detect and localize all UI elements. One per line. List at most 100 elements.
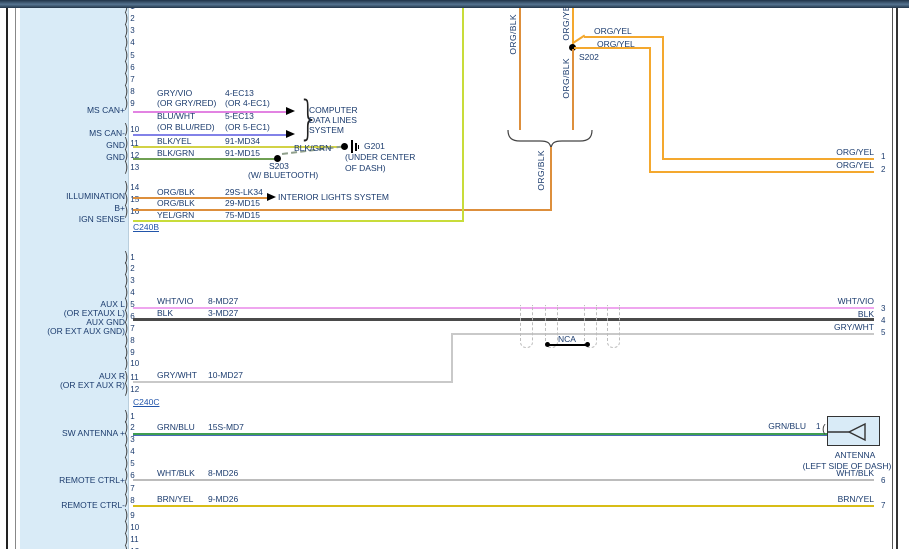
wire-org-yel-branch2-vertical	[649, 47, 651, 172]
shield-icon	[607, 305, 620, 348]
panel-label-illumination: ILLUMINATION	[18, 191, 125, 201]
right-pin-5: 5	[881, 328, 885, 337]
wire-name: ORG/BLK	[157, 187, 195, 197]
pin-c240c-12: 12	[124, 385, 139, 395]
panel-label-gnd-2: GND	[18, 152, 125, 162]
circuit-number: 8-MD26	[208, 468, 238, 478]
wire-remote-ctrl-minus	[133, 505, 874, 507]
wire-ms-can-plus	[133, 111, 286, 113]
panel-label-remote-ctrl-plus: REMOTE CTRL+	[18, 475, 125, 485]
antenna-symbol-icon	[828, 417, 879, 445]
antenna-component	[827, 416, 880, 446]
wire-name: WHT/VIO	[157, 296, 193, 306]
wire-org-yel-branch2-right	[649, 171, 874, 173]
system-computer-3: SYSTEM	[309, 125, 344, 135]
right-wire-label: BRN/YEL	[812, 494, 874, 504]
wire-gnd-blk-grn	[133, 158, 278, 160]
system-computer-2: DATA LINES	[309, 115, 357, 125]
circuit-number: 91-MD15	[225, 148, 260, 158]
ground-note-1: (UNDER CENTER	[345, 152, 415, 162]
vertical-wire-label: ORG/BLK	[536, 150, 546, 191]
wire-name: GRN/BLU	[157, 422, 195, 432]
nca-dot	[585, 342, 590, 347]
circuit-number: 9-MD26	[208, 494, 238, 504]
wire-org-blk-below-s202	[572, 49, 574, 130]
wire-name-alt: (OR BLU/RED)	[157, 122, 215, 132]
dashed-wire-label: BLK/GRN	[294, 143, 331, 153]
circuit-number: 29-MD15	[225, 198, 260, 208]
panel-label-b-plus: B+	[18, 203, 125, 213]
right-pin-6: 6	[881, 476, 885, 485]
panel-label-ms-can-plus: MS CAN+	[18, 105, 125, 115]
panel-label-gnd-1: GND	[18, 140, 125, 150]
circuit-number: 75-MD15	[225, 210, 260, 220]
ground-label-g201: G201	[364, 141, 385, 151]
panel-label-sw-antenna: SW ANTENNA +	[18, 428, 125, 438]
wire-aux-r-right	[451, 333, 874, 335]
antenna-label: ANTENNA	[820, 450, 890, 460]
right-wire-label: WHT/VIO	[812, 296, 874, 306]
panel-label-remote-ctrl-minus: REMOTE CTRL-	[18, 500, 125, 510]
wire-name: WHT/BLK	[157, 468, 195, 478]
title-bar	[0, 0, 909, 8]
right-pin-4: 4	[881, 316, 885, 325]
circuit-number-alt: (OR 4-EC1)	[225, 98, 270, 108]
antenna-pin-arc-icon: (	[822, 424, 826, 434]
right-wire-label: GRN/BLU	[744, 421, 806, 431]
vertical-wire-label: ORG/BLK	[561, 58, 571, 99]
wire-org-yel-branch1-vertical	[662, 36, 664, 159]
panel-label-ign-sense: IGN SENSE	[18, 214, 125, 224]
right-pin-1: 1	[881, 152, 885, 161]
wire-aux-l	[133, 307, 874, 309]
circuit-number: 5-EC13	[225, 111, 254, 121]
right-pin-7: 7	[881, 501, 885, 510]
ground-note-2: OF DASH)	[345, 163, 386, 173]
arrow-icon	[286, 107, 295, 115]
connector-label-c240c[interactable]: C240C	[133, 397, 159, 407]
wire-name: GRY/VIO	[157, 88, 192, 98]
circuit-number: 3-MD27	[208, 308, 238, 318]
panel-label-ms-can-minus: MS CAN-	[18, 128, 125, 138]
arrow-icon	[267, 193, 276, 201]
wire-org-yel-branch1	[584, 36, 664, 38]
wire-name: GRY/WHT	[157, 370, 197, 380]
arrow-icon	[286, 130, 295, 138]
connector-label-c240b[interactable]: C240B	[133, 222, 159, 232]
right-wire-label: BLK	[812, 309, 874, 319]
wire-name: BLK/GRN	[157, 148, 194, 158]
wire-aux-gnd	[133, 318, 874, 321]
wire-ign-sense	[133, 220, 464, 222]
circuit-number: 4-EC13	[225, 88, 254, 98]
branch-wire-label: ORG/YEL	[594, 26, 632, 36]
wire-b-plus	[133, 209, 552, 211]
nca-drain-wire	[548, 344, 587, 346]
right-wire-label: ORG/YEL	[812, 147, 874, 157]
right-wire-label: GRY/WHT	[812, 322, 874, 332]
wire-name: BLK/YEL	[157, 136, 192, 146]
pin-c240b-9: 9	[124, 99, 135, 109]
circuit-number: 10-MD27	[208, 370, 243, 380]
wire-name: BLU/WHT	[157, 111, 195, 121]
wire-remote-ctrl-plus	[133, 479, 874, 481]
wire-name: BLK	[157, 308, 173, 318]
wire-name: BRN/YEL	[157, 494, 193, 504]
wire-org-blk-center-vertical	[550, 147, 552, 210]
right-pin-2: 2	[881, 165, 885, 174]
circuit-number: 29S-LK34	[225, 187, 263, 197]
wire-name-alt: (OR GRY/RED)	[157, 98, 216, 108]
system-computer-1: COMPUTER	[309, 105, 358, 115]
nca-dot	[545, 342, 550, 347]
wire-name: ORG/BLK	[157, 198, 195, 208]
wire-org-blk-vertical-left	[519, 8, 521, 130]
right-wire-label: WHT/BLK	[812, 468, 874, 478]
vertical-wire-label: ORG/BLK	[508, 14, 518, 55]
radio-unit-panel	[20, 8, 129, 549]
branch-wire-label: ORG/YEL	[597, 39, 635, 49]
wire-ms-can-minus	[133, 134, 286, 136]
antenna-pin-1: 1	[816, 422, 820, 431]
wire-aux-r	[133, 381, 453, 383]
wiring-diagram: MS CAN+ MS CAN- GND GND ILLUMINATION B+ …	[0, 0, 909, 549]
nca-label: NCA	[558, 334, 576, 344]
ground-dot-g201	[341, 143, 348, 150]
circuit-number-alt: (OR 5-EC1)	[225, 122, 270, 132]
